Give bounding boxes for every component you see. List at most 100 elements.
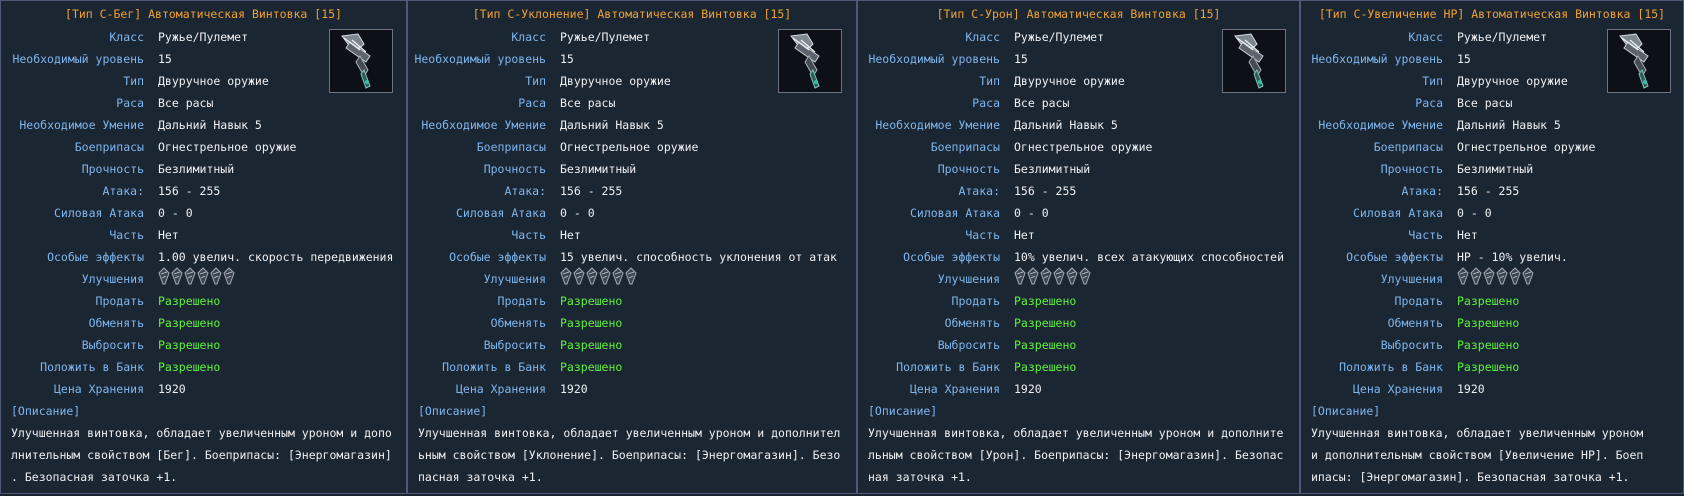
stat-row-bank: Положить в Банк Разрешено (408, 356, 856, 378)
stat-label: Продать (497, 294, 546, 308)
description-line: ипасы: [Энергомагазин]. Безопасная заточ… (1311, 470, 1630, 484)
stat-value: Нет (560, 228, 581, 242)
stat-row-ammo: Боеприпасы Огнестрельное оружие (1, 136, 406, 158)
stat-value: 0 - 0 (158, 206, 193, 220)
stat-label: Цена Хранения (909, 382, 1000, 396)
stat-value: Ружье/Пулемет (1457, 30, 1548, 44)
stat-label: Класс (965, 30, 1000, 44)
stat-value: 0 - 0 (1457, 206, 1492, 220)
upgrade-slots (1457, 268, 1534, 290)
stat-label: Выбросить (81, 338, 144, 352)
stat-value: HP - 10% увелич. (1457, 250, 1568, 264)
empty-upgrade-slot-icon (1496, 267, 1508, 292)
empty-upgrade-slot-icon (625, 267, 637, 292)
description-line: ьным свойством [Уклонение]. Боеприпасы: … (418, 448, 841, 462)
stat-row-ammo: Боеприпасы Огнестрельное оружие (408, 136, 856, 158)
empty-upgrade-slot-icon (1457, 267, 1469, 292)
stat-value: Разрешено (1457, 316, 1520, 330)
empty-upgrade-slot-icon (171, 267, 183, 292)
stat-row-storage-price: Цена Хранения 1920 (408, 378, 856, 400)
stat-label: Обменять (1387, 316, 1443, 330)
stat-label: Атака: (102, 184, 144, 198)
stat-value: Безлимитный (158, 162, 235, 176)
stat-value: 156 - 255 (1457, 184, 1520, 198)
stat-value: Все расы (1457, 96, 1513, 110)
stat-label: Положить в Банк (1339, 360, 1443, 374)
description-text: Улучшенная винтовка, обладает увеличенны… (858, 422, 1299, 488)
stat-label: Тип (979, 74, 1000, 88)
description-header: [Описание] (1311, 404, 1381, 418)
stat-row-part: Часть Нет (408, 224, 856, 246)
description-line: Улучшенная винтовка, обладает увеличенны… (1311, 426, 1644, 440)
stat-row-class: Класс Ружье/Пулемет (858, 26, 1299, 48)
stat-value: Все расы (158, 96, 214, 110)
stat-label: Выбросить (483, 338, 546, 352)
stat-row-durability: Прочность Безлимитный (408, 158, 856, 180)
stat-label: Раса (518, 96, 546, 110)
stat-label: Раса (972, 96, 1000, 110)
item-title: [Тип С-Бег] Автоматическая Винтовка [15] (65, 7, 342, 21)
item-tooltip-panel: [Тип С-Уклонение] Автоматическая Винтовк… (407, 0, 857, 494)
stat-label: Цена Хранения (53, 382, 144, 396)
stat-value: 15 (1457, 52, 1471, 66)
stat-row-storage-price: Цена Хранения 1920 (1301, 378, 1683, 400)
stat-row-class: Класс Ружье/Пулемет (408, 26, 856, 48)
empty-upgrade-slot-icon (1522, 267, 1534, 292)
stat-value: Разрешено (560, 360, 623, 374)
stat-row-bank: Положить в Банк Разрешено (1301, 356, 1683, 378)
stat-value: Разрешено (1457, 338, 1520, 352)
stat-label: Цена Хранения (1352, 382, 1443, 396)
stat-row-drop: Выбросить Разрешено (858, 334, 1299, 356)
description-line: лнительным свойством [Бег]. Боеприпасы: … (11, 448, 392, 462)
stat-row-force-attack: Силовая Атака 0 - 0 (858, 202, 1299, 224)
stat-label: Прочность (483, 162, 546, 176)
stat-value: Огнестрельное оружие (560, 140, 699, 154)
stat-row-durability: Прочность Безлимитный (858, 158, 1299, 180)
stat-value: Дальний Навык 5 (1014, 118, 1118, 132)
stat-value: Ружье/Пулемет (158, 30, 249, 44)
stat-row-upgrades: Улучшения (1301, 268, 1683, 290)
description-line: ная заточка +1. (868, 470, 972, 484)
stat-label: Обменять (490, 316, 546, 330)
stat-row-storage-price: Цена Хранения 1920 (858, 378, 1299, 400)
stat-row-ammo: Боеприпасы Огнестрельное оружие (1301, 136, 1683, 158)
stat-value: Безлимитный (560, 162, 637, 176)
stat-value: Разрешено (158, 360, 221, 374)
stat-row-level: Необходимый уровень 15 (858, 48, 1299, 70)
stat-label: Класс (109, 30, 144, 44)
stat-row-sell: Продать Разрешено (1, 290, 406, 312)
stat-row-bank: Положить в Банк Разрешено (1, 356, 406, 378)
stat-value: 1920 (1457, 382, 1485, 396)
stat-label: Силовая Атака (1352, 206, 1443, 220)
stat-row-skill: Необходимое Умение Дальний Навык 5 (858, 114, 1299, 136)
stat-value: 0 - 0 (560, 206, 595, 220)
stat-row-trade: Обменять Разрешено (1, 312, 406, 334)
stat-row-race: Раса Все расы (858, 92, 1299, 114)
empty-upgrade-slot-icon (223, 267, 235, 292)
stat-label: Класс (511, 30, 546, 44)
stat-row-force-attack: Силовая Атака 0 - 0 (408, 202, 856, 224)
description-header: [Описание] (868, 404, 938, 418)
stat-label: Прочность (81, 162, 144, 176)
stat-row-trade: Обменять Разрешено (408, 312, 856, 334)
empty-upgrade-slot-icon (586, 267, 598, 292)
empty-upgrade-slot-icon (573, 267, 585, 292)
stat-label: Улучшения (1380, 272, 1443, 286)
stat-label: Особые эффекты (47, 250, 144, 264)
description-line: льным свойством [Урон]. Боеприпасы: [Эне… (868, 448, 1284, 462)
item-title: [Тип С-Урон] Автоматическая Винтовка [15… (936, 7, 1221, 21)
empty-upgrade-slot-icon (197, 267, 209, 292)
stat-row-upgrades: Улучшения (408, 268, 856, 290)
stat-row-level: Необходимый уровень 15 (1301, 48, 1683, 70)
stat-value: Двуручное оружие (158, 74, 269, 88)
stat-value: 1920 (560, 382, 588, 396)
stat-label: Необходимое Умение (421, 118, 546, 132)
description-text: Улучшенная винтовка, обладает увеличенны… (408, 422, 856, 488)
stat-row-durability: Прочность Безлимитный (1, 158, 406, 180)
stat-label: Продать (95, 294, 144, 308)
stat-label: Необходимый уровень (868, 52, 1000, 66)
stat-row-storage-price: Цена Хранения 1920 (1, 378, 406, 400)
stat-label: Улучшения (937, 272, 1000, 286)
stat-label: Тип (525, 74, 546, 88)
stat-value: 156 - 255 (560, 184, 623, 198)
